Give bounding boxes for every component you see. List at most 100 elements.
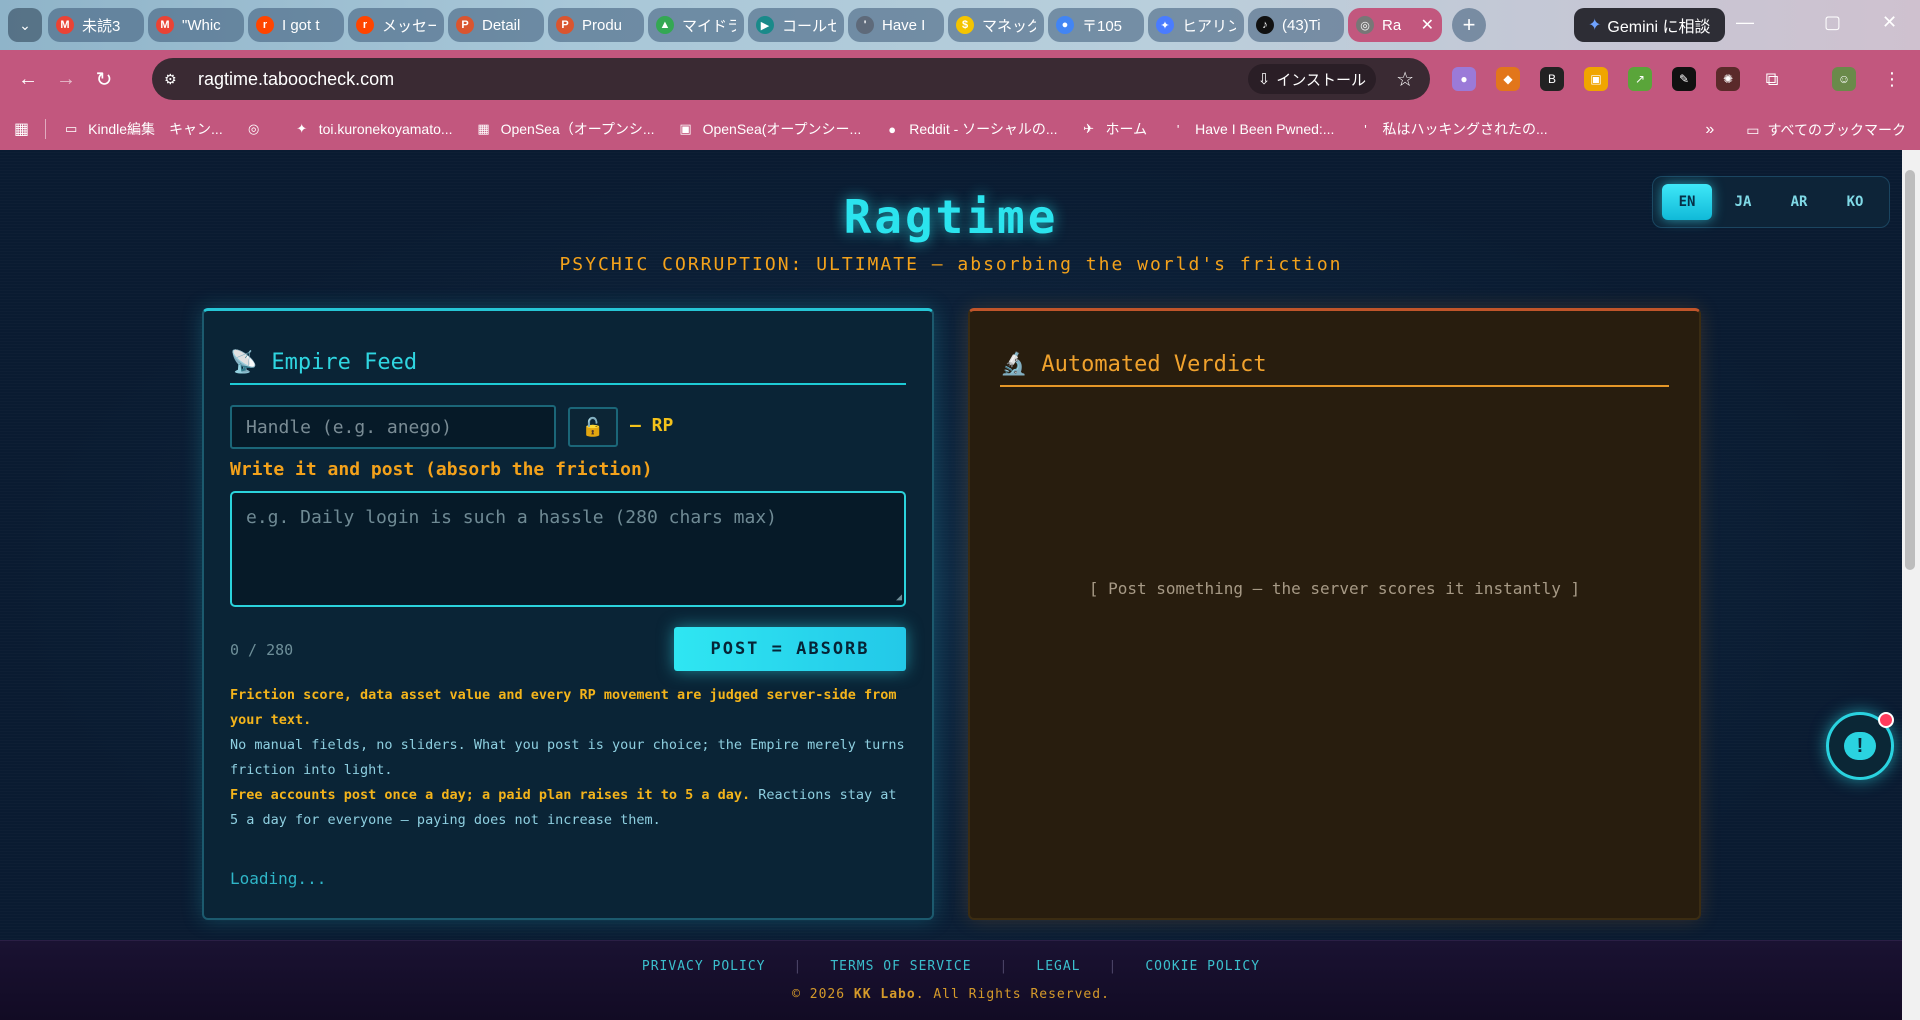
globe-icon: ◎ bbox=[1356, 16, 1374, 34]
browser-tab[interactable]: ◎ Ra ✕ bbox=[1348, 8, 1442, 42]
extension-icon-4[interactable]: ▣ bbox=[1584, 67, 1608, 91]
back-button[interactable]: ← bbox=[10, 61, 46, 97]
close-tab-icon[interactable]: ✕ bbox=[1421, 15, 1434, 35]
extension-icon-1[interactable]: ● bbox=[1452, 67, 1476, 91]
gemini-button[interactable]: ✦ Gemini に相談 bbox=[1574, 8, 1725, 42]
browser-tab[interactable]: ' Have I bbox=[848, 8, 944, 42]
resize-grip-icon[interactable]: ◢ bbox=[896, 592, 902, 603]
chevron-right-icon[interactable]: » bbox=[1705, 121, 1714, 139]
money-icon: $ bbox=[956, 16, 974, 34]
metamask-icon[interactable]: ◆ bbox=[1496, 67, 1520, 91]
post-textarea[interactable]: e.g. Daily login is such a hassle (280 c… bbox=[230, 491, 906, 607]
post-absorb-button[interactable]: POST = ABSORB bbox=[674, 627, 906, 671]
bookmark-label: Reddit - ソーシャルの... bbox=[909, 121, 1058, 137]
bookmark-item[interactable]: ◎ bbox=[245, 121, 271, 137]
close-window-button[interactable]: ✕ bbox=[1882, 12, 1897, 33]
browser-tab[interactable]: ♪ (43)Ti bbox=[1248, 8, 1344, 42]
opensea-icon: ▦ bbox=[477, 121, 490, 136]
bybit-icon[interactable]: B bbox=[1540, 67, 1564, 91]
footer-separator: | bbox=[793, 959, 803, 974]
bookmarks-bar: ▦ ▭ Kindle編集 キャン... ◎ ✦ toi.kuronekoyamato..… bbox=[0, 108, 1920, 150]
tab-title: Have I bbox=[882, 16, 926, 34]
scrollbar-thumb[interactable] bbox=[1905, 170, 1915, 570]
address-bar[interactable]: ⚙ ragtime.taboocheck.com ⇩ インストール ☆ bbox=[152, 58, 1430, 100]
extension-icon-7[interactable]: ✺ bbox=[1716, 67, 1740, 91]
hibp-icon: ' bbox=[1176, 121, 1180, 137]
bookmark-item[interactable]: ✈ ホーム bbox=[1080, 119, 1148, 139]
browser-tab[interactable]: r I got t bbox=[248, 8, 344, 42]
bookmark-label: Have I Been Pwned:... bbox=[1195, 121, 1335, 137]
bookmark-item[interactable]: ▭ Kindle編集 キャン... bbox=[62, 119, 223, 139]
browser-tab[interactable]: ● 〒105 bbox=[1048, 8, 1144, 42]
bookmark-item[interactable]: ' Have I Been Pwned:... bbox=[1169, 121, 1335, 137]
handle-placeholder: Handle (e.g. anego) bbox=[246, 416, 452, 438]
reload-button[interactable]: ↻ bbox=[86, 61, 122, 97]
footer-link[interactable]: COOKIE POLICY bbox=[1145, 959, 1260, 974]
write-label: Write it and post (absorb the friction) bbox=[230, 459, 653, 480]
browser-tab[interactable]: ▲ マイドラ bbox=[648, 8, 744, 42]
tiktok-icon: ♪ bbox=[1256, 16, 1274, 34]
browser-tab[interactable]: P Detail bbox=[448, 8, 544, 42]
page-title: Ragtime bbox=[843, 190, 1059, 244]
url-text: ragtime.taboocheck.com bbox=[198, 68, 395, 89]
extensions-puzzle-icon[interactable]: ⧉ bbox=[1760, 67, 1784, 91]
browser-tab[interactable]: $ マネッグ bbox=[948, 8, 1044, 42]
footer-link[interactable]: LEGAL bbox=[1036, 959, 1080, 974]
tab-title: (43)Ti bbox=[1282, 16, 1321, 34]
site-info-icon[interactable]: ⚙ bbox=[164, 71, 184, 88]
tab-title: ヒアリン bbox=[1182, 17, 1236, 35]
forward-button[interactable]: → bbox=[48, 61, 84, 97]
bookmark-item[interactable]: ▦ OpenSea（オープンシ... bbox=[475, 119, 654, 139]
browser-menu-icon[interactable]: ⋮ bbox=[1880, 67, 1904, 91]
tab-title: メッセー bbox=[382, 17, 436, 35]
gemini-icon: ✦ bbox=[1588, 17, 1602, 34]
browser-tab[interactable]: ✦ ヒアリン bbox=[1148, 8, 1244, 42]
handle-input[interactable]: Handle (e.g. anego) bbox=[230, 405, 556, 449]
bookmark-label: ホーム bbox=[1105, 121, 1148, 137]
yamato-icon: ✦ bbox=[296, 121, 308, 136]
copyright: © 2026 KK Labo. All Rights Reserved. bbox=[0, 987, 1902, 1002]
maps-icon: ● bbox=[1056, 16, 1074, 34]
lang-button-ja[interactable]: JA bbox=[1718, 184, 1768, 220]
bookmarks-overflow: » ▭ すべてのブックマーク bbox=[1705, 120, 1906, 140]
install-app-button[interactable]: ⇩ インストール bbox=[1247, 64, 1376, 94]
bookmark-item[interactable]: ● Reddit - ソーシャルの... bbox=[883, 119, 1057, 139]
bookmark-item[interactable]: ✦ toi.kuronekoyamato... bbox=[293, 121, 452, 137]
browser-tab[interactable]: M 未読3 bbox=[48, 8, 144, 42]
bookmark-item[interactable]: ' 私はハッキングされたの... bbox=[1356, 119, 1548, 139]
drive-icon: ▲ bbox=[656, 16, 674, 34]
folder-icon: ▭ bbox=[64, 121, 78, 136]
footer-link[interactable]: PRIVACY POLICY bbox=[642, 959, 766, 974]
extension-icon-6[interactable]: ✎ bbox=[1672, 67, 1696, 91]
chart-extension-icon[interactable]: ↗ bbox=[1628, 67, 1652, 91]
producthunt-icon: P bbox=[456, 16, 474, 34]
apps-grid-icon[interactable]: ▦ bbox=[14, 119, 29, 139]
lang-button-ko[interactable]: KO bbox=[1830, 184, 1880, 220]
tab-title: "Whic bbox=[182, 16, 221, 34]
maximize-button[interactable]: ▢ bbox=[1824, 12, 1841, 33]
browser-tab[interactable]: M "Whic bbox=[148, 8, 244, 42]
minimize-button[interactable]: — bbox=[1736, 12, 1754, 33]
lang-button-ar[interactable]: AR bbox=[1774, 184, 1824, 220]
microscope-icon: 🔬 bbox=[1000, 351, 1028, 377]
page-viewport: Ragtime PSYCHIC CORRUPTION: ULTIMATE — a… bbox=[0, 150, 1902, 1020]
bookmark-star-icon[interactable]: ☆ bbox=[1396, 67, 1414, 92]
empire-feed-panel: 📡 Empire Feed Handle (e.g. anego) 🔓 — RP… bbox=[202, 308, 934, 920]
tab-title: I got t bbox=[282, 16, 320, 34]
loading-status: Loading... bbox=[230, 869, 327, 888]
tab-title: 〒105 bbox=[1082, 17, 1123, 35]
verdict-empty-state: [ Post something — the server scores it … bbox=[1088, 579, 1581, 598]
browser-tab[interactable]: r メッセー bbox=[348, 8, 444, 42]
lang-button-en[interactable]: EN bbox=[1662, 184, 1712, 220]
profile-avatar[interactable]: ☺ bbox=[1832, 67, 1856, 91]
lock-toggle-button[interactable]: 🔓 bbox=[568, 407, 618, 447]
reddit-icon: r bbox=[356, 16, 374, 34]
tab-search-button[interactable]: ⌄ bbox=[8, 8, 42, 42]
browser-tab[interactable]: P Produ bbox=[548, 8, 644, 42]
bookmark-item[interactable]: ▣ OpenSea(オープンシー... bbox=[677, 119, 861, 139]
all-bookmarks-link[interactable]: すべてのブックマーク bbox=[1768, 120, 1906, 140]
new-tab-button[interactable]: + bbox=[1452, 8, 1486, 42]
reddit-icon: ● bbox=[888, 121, 897, 137]
footer-link[interactable]: TERMS OF SERVICE bbox=[830, 959, 971, 974]
browser-tab[interactable]: ▶ コールセ bbox=[748, 8, 844, 42]
